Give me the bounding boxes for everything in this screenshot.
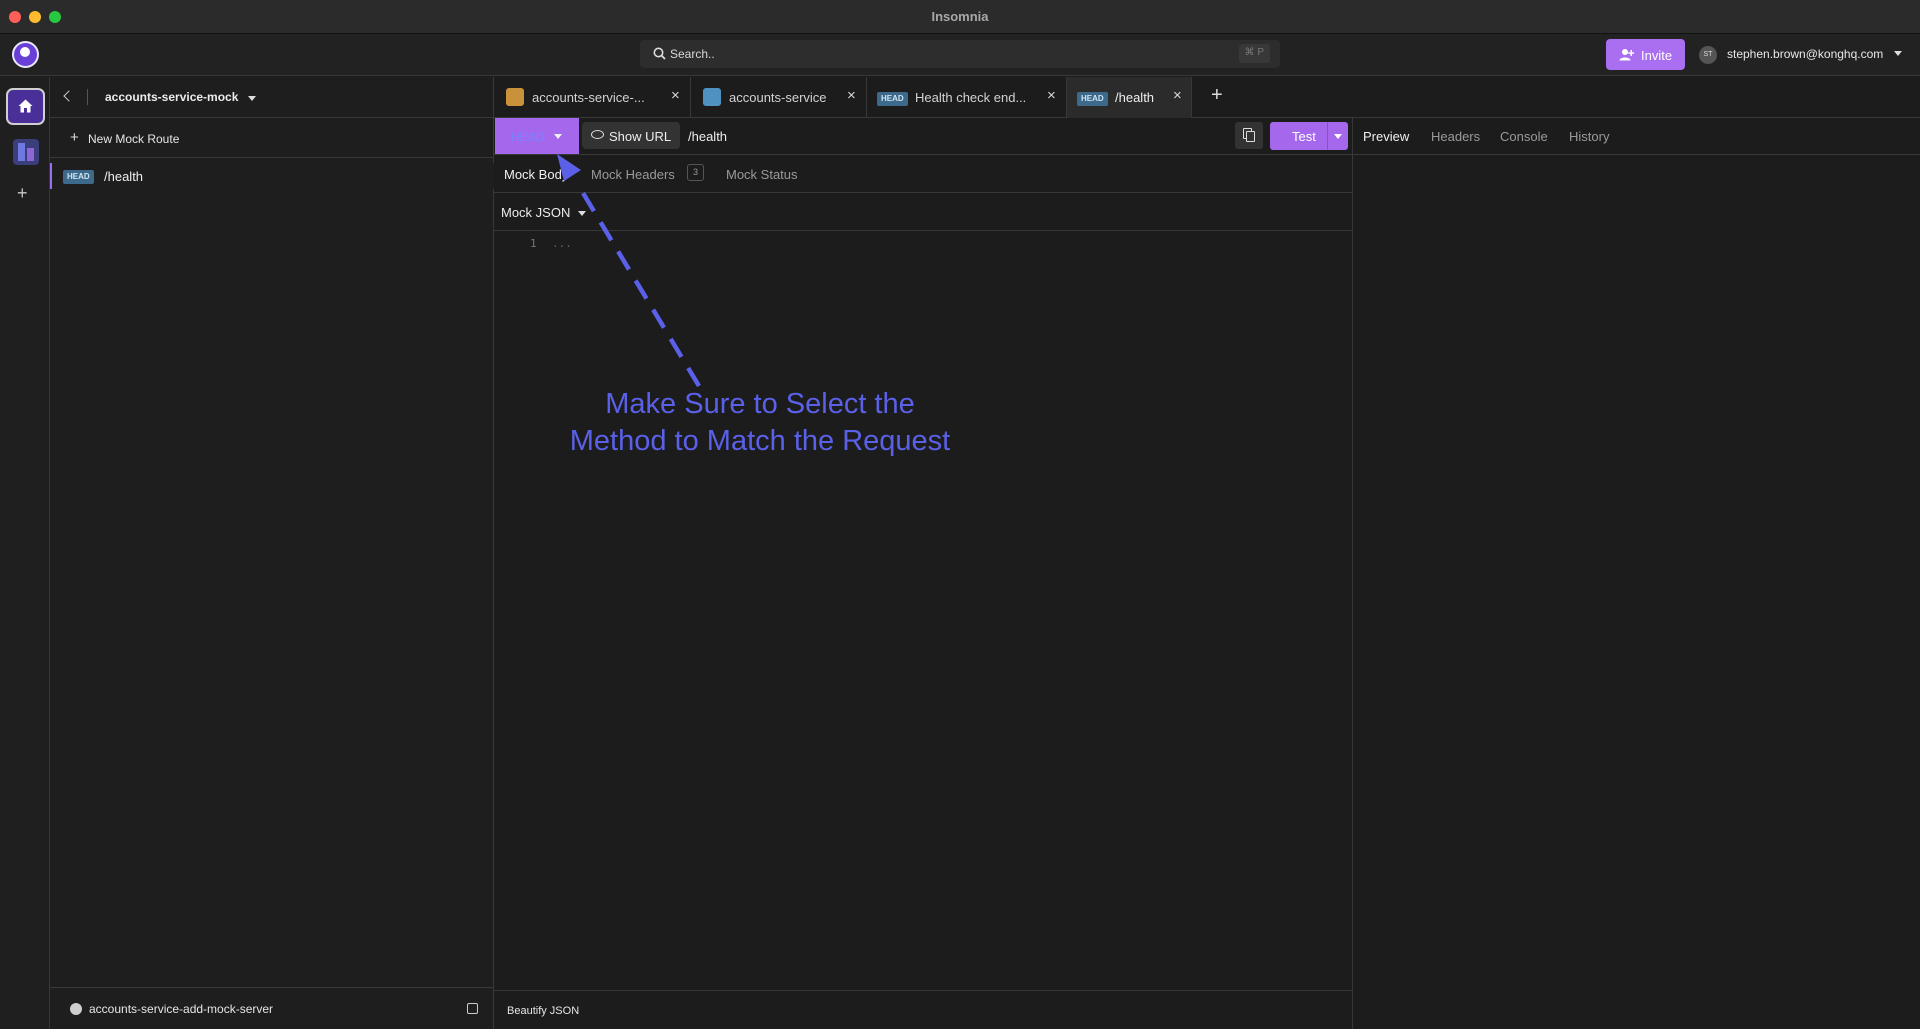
line-number: 1 [530,237,537,250]
search-placeholder: Search.. [670,47,715,61]
sidebar-item-health[interactable]: HEAD /health [50,163,494,189]
test-label: Test [1292,129,1316,144]
request-tabs: accounts-service-... × accounts-service … [494,77,1920,118]
tab-label: /health [1115,90,1155,105]
response-pane: Preview Headers Console History [1352,118,1920,1029]
add-user-icon [1619,49,1634,61]
project-title[interactable]: accounts-service-mock [105,90,238,104]
search-input[interactable]: Search.. ⌘ P [640,40,1280,68]
chevron-down-icon[interactable] [248,96,256,101]
mock-tabs: Mock Body Mock Headers 3 Mock Status [494,156,1352,193]
close-icon[interactable]: × [847,87,856,104]
search-icon [653,47,666,60]
method-badge: HEAD [63,170,94,184]
annotation-text: Make Sure to Select the Method to Match … [520,386,1000,460]
tab-headers[interactable]: Headers [1431,129,1480,144]
git-branch-bar[interactable]: accounts-service-add-mock-server [50,987,494,1029]
user-email[interactable]: stephen.brown@konghq.com [1727,47,1883,61]
sidebar-header: accounts-service-mock [50,77,494,118]
invite-button[interactable]: Invite [1606,39,1685,70]
github-icon [70,1003,82,1015]
sidebar: accounts-service-mock + New Mock Route H… [50,77,494,1029]
add-tab-button[interactable]: + [1211,84,1223,107]
tab-accounts-service[interactable]: accounts-service × [691,77,867,118]
divider [87,89,88,105]
url-input[interactable]: /health [688,129,727,144]
eye-icon [591,130,604,139]
annotation-line-1: Make Sure to Select the [605,388,915,420]
avatar[interactable]: ST [1699,46,1717,64]
tab-preview[interactable]: Preview [1363,129,1409,144]
chevron-down-icon[interactable] [1334,134,1342,139]
search-shortcut-hint: ⌘ P [1238,44,1270,63]
body-format-dropdown[interactable]: Mock JSON [501,205,570,220]
new-mock-route-label: New Mock Route [88,132,180,146]
tab-history[interactable]: History [1569,129,1609,144]
insomnia-logo-icon[interactable] [12,41,39,68]
close-icon[interactable]: × [1047,87,1056,104]
mock-server-icon [506,88,524,106]
navigation-rail: + [0,77,50,1029]
new-mock-route-button[interactable]: + New Mock Route [50,118,494,158]
headers-count-badge: 3 [687,164,704,181]
show-url-button[interactable]: Show URL [582,122,680,149]
body-format-bar: Mock JSON [494,193,1352,231]
close-icon[interactable]: × [1173,87,1182,104]
invite-label: Invite [1641,48,1673,63]
copy-url-button[interactable] [1235,122,1263,149]
response-tabs: Preview Headers Console History [1353,118,1920,155]
chevron-down-icon[interactable] [578,211,586,216]
window-titlebar: Insomnia [0,0,1920,34]
document-icon [703,88,721,106]
plus-icon: + [70,129,79,146]
annotation-line-2: Method to Match the Request [569,425,951,457]
method-label: HEAD [511,130,545,144]
sidebar-item-label: /health [104,169,144,184]
beautify-json-button[interactable]: Beautify JSON [507,1005,579,1017]
code-editor[interactable]: 1 ... [494,232,1352,990]
tab-mock-status[interactable]: Mock Status [726,167,798,182]
close-icon[interactable]: × [671,87,680,104]
code-line[interactable]: ... [552,237,572,250]
tab-console[interactable]: Console [1500,129,1548,144]
tab-mock-headers[interactable]: Mock Headers [591,167,675,182]
chevron-down-icon [554,134,562,139]
home-button[interactable] [6,88,45,125]
tab-label: Health check end... [915,90,1027,105]
show-url-label: Show URL [609,129,672,144]
method-badge: HEAD [877,92,908,106]
organization-avatar[interactable] [13,139,39,165]
sync-icon[interactable] [467,1003,478,1014]
tab-label: accounts-service [729,90,827,105]
app-header: Search.. ⌘ P Invite ST stephen.brown@kon… [0,34,1920,76]
window-title: Insomnia [931,9,989,24]
tab-health[interactable]: HEAD /health × [1067,77,1192,118]
back-icon[interactable] [63,90,75,102]
editor-footer: Beautify JSON [494,990,1352,1029]
home-icon [18,99,33,113]
test-button[interactable]: Test [1270,122,1348,150]
tab-label: accounts-service-... [532,90,645,105]
method-dropdown[interactable]: HEAD [495,118,579,154]
method-badge: HEAD [1077,92,1108,106]
add-organization-button[interactable]: + [17,184,28,202]
chevron-down-icon[interactable] [1894,51,1902,56]
tab-accounts-service-mock[interactable]: accounts-service-... × [494,77,691,118]
request-url-bar: HEAD Show URL /health Test [494,118,1352,155]
tab-mock-body[interactable]: Mock Body [504,167,568,182]
tab-health-check[interactable]: HEAD Health check end... × [867,77,1067,118]
branch-name: accounts-service-add-mock-server [89,1002,274,1016]
